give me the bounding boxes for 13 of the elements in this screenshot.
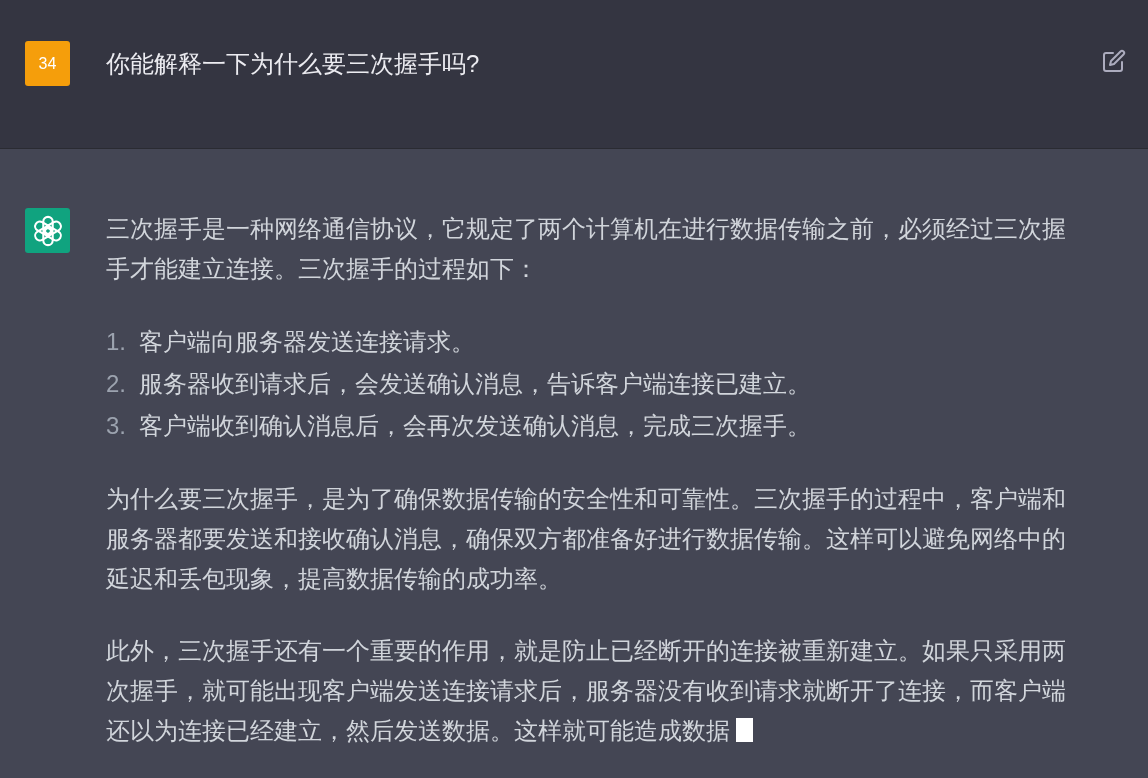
answer-paragraph: 此外，三次握手还有一个重要的作用，就是防止已经断开的连接被重新建立。如果只采用两次握手，就可能出现客户端发送连接请求后，服务器没有收到请求就断开了连接，而客户端还以为连接已经建立，然后发送数据。这样就可能造成数据	[106, 637, 1066, 744]
list-item-text: 客户端向服务器发送连接请求。	[139, 327, 475, 357]
answer-paragraph: 三次握手是一种网络通信协议，它规定了两个计算机在进行数据传输之前，必须经过三次握手才能建立连接。三次握手的过程如下：	[106, 215, 1066, 282]
user-avatar: 34	[25, 41, 70, 86]
knot-logo-icon	[25, 208, 70, 253]
answer-paragraph: 为什么要三次握手，是为了确保数据传输的安全性和可靠性。三次握手的过程中，客户端和服务器都要发送和接收确认消息，确保双方都准备好进行数据传输。这样可以避免网络中的延迟和丢包现象，提高数据传输的成功率。	[106, 485, 1066, 592]
list-number: 3.	[106, 411, 127, 441]
edit-icon[interactable]	[1102, 49, 1126, 73]
list-item-text: 客户端收到确认消息后，会再次发送确认消息，完成三次握手。	[139, 411, 811, 441]
list-number: 1.	[106, 327, 127, 357]
question-text: 你能解释一下为什么要三次握手吗?	[106, 49, 481, 79]
list-item-text: 服务器收到请求后，会发送确认消息，告诉客户端连接已建立。	[139, 369, 811, 399]
list-number: 2.	[106, 369, 127, 399]
